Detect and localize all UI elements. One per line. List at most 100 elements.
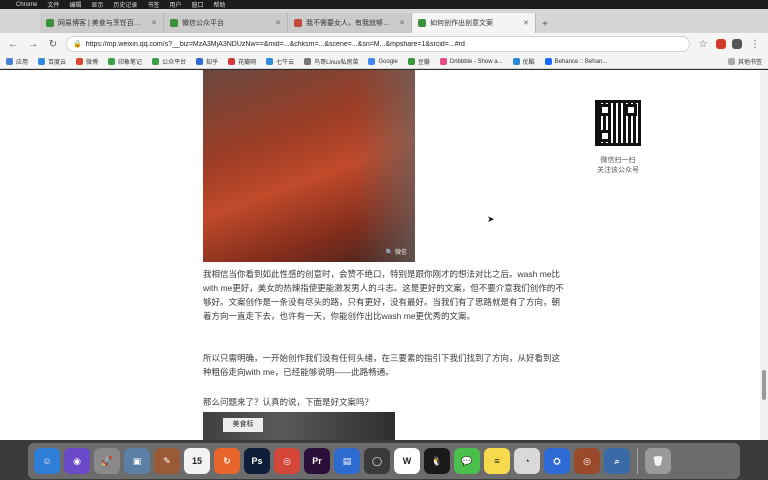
page-scrollbar[interactable] bbox=[760, 70, 768, 440]
wechat-icon[interactable]: 💬 bbox=[454, 448, 480, 474]
tab-1[interactable]: 网易博客 | 美食与烹饪百度推荐 ✕ bbox=[40, 13, 164, 33]
qr-corner bbox=[625, 104, 637, 116]
tab-close-icon[interactable]: ✕ bbox=[399, 19, 405, 27]
qr-corner bbox=[599, 130, 611, 142]
tab-close-icon[interactable]: ✕ bbox=[275, 19, 281, 27]
bookmark-item[interactable]: Google bbox=[368, 58, 398, 65]
bookmark-item[interactable]: Behance :: Behan... bbox=[544, 58, 607, 65]
article-page: 🔍 微信 微信扫一扫 关注该公众号 我相信当你看到如此性感的创意时，会赞不绝口，… bbox=[0, 70, 768, 440]
menu-item-history[interactable]: 历史记录 bbox=[113, 0, 137, 9]
scrollbar-thumb[interactable] bbox=[762, 370, 766, 400]
qr-corner bbox=[599, 104, 611, 116]
photoshop-icon[interactable]: Ps bbox=[244, 448, 270, 474]
tab-label: 网易博客 | 美食与烹饪百度推荐 bbox=[58, 20, 148, 27]
word-icon[interactable]: W bbox=[394, 448, 420, 474]
google-icon bbox=[368, 58, 376, 65]
keynote-icon[interactable]: ▤ bbox=[334, 448, 360, 474]
tab-favicon bbox=[46, 19, 54, 27]
lock-icon[interactable]: 🔒 bbox=[73, 40, 82, 48]
bookmark-item[interactable]: 优酷 bbox=[512, 57, 535, 66]
menu-item-window[interactable]: 窗口 bbox=[191, 0, 203, 9]
bookmarks-bar: 应用 百度云 微博 印象笔记 公众平台 知乎 花瓣网 七牛云 鸟哥Linux私房… bbox=[0, 55, 768, 69]
browser-toolbar: ← → ↻ 🔒 https://mp.weixin.qq.com/s?__biz… bbox=[0, 33, 768, 55]
star-icon[interactable]: ☆ bbox=[696, 37, 710, 51]
photo-watermark: 🔍 微信 bbox=[385, 250, 407, 256]
baidu-icon[interactable]: ⛭ bbox=[544, 448, 570, 474]
tab-favicon bbox=[418, 19, 426, 27]
bookmark-item[interactable]: 印象笔记 bbox=[108, 57, 142, 66]
extension-icon[interactable] bbox=[732, 39, 742, 49]
tab-favicon bbox=[170, 19, 178, 27]
premiere-icon[interactable]: Pr bbox=[304, 448, 330, 474]
siri-icon[interactable]: ◉ bbox=[64, 448, 90, 474]
tab-close-icon[interactable]: ✕ bbox=[151, 19, 157, 27]
bookmark-item[interactable]: 微博 bbox=[76, 57, 98, 66]
menu-item-help[interactable]: 帮助 bbox=[213, 0, 225, 9]
forward-button[interactable]: → bbox=[26, 37, 40, 51]
tab-label: 微信公众平台 bbox=[182, 20, 224, 27]
apps-icon bbox=[6, 58, 13, 65]
notes-icon[interactable]: ≡ bbox=[484, 448, 510, 474]
app-store-icon[interactable]: ◔ bbox=[514, 448, 540, 474]
extension-icon[interactable] bbox=[716, 39, 726, 49]
bookmark-icon bbox=[38, 58, 46, 65]
calendar-icon[interactable]: 15 bbox=[184, 448, 210, 474]
mouse-cursor-icon: ➤ bbox=[487, 214, 495, 224]
finder-icon[interactable]: ☺ bbox=[34, 448, 60, 474]
menu-item-bookmarks[interactable]: 书签 bbox=[147, 0, 159, 9]
address-bar[interactable]: 🔒 https://mp.weixin.qq.com/s?__biz=MzA3M… bbox=[66, 36, 690, 52]
chrome-icon[interactable]: ◎ bbox=[274, 448, 300, 474]
menu-item-view[interactable]: 显示 bbox=[91, 0, 103, 9]
tab-2[interactable]: 微信公众平台 ✕ bbox=[164, 13, 288, 33]
bookmark-item[interactable]: 豆瓣 bbox=[407, 57, 430, 66]
bookmark-icon bbox=[108, 58, 116, 65]
article-paragraph: 那么问题来了？认真的说，下面是好文案吗？ bbox=[203, 397, 374, 407]
dock-separator bbox=[637, 448, 638, 474]
article-paragraph: 我相信当你看到如此性感的创意时，会赞不绝口，特别是跟你刚才的想法对比之后。was… bbox=[203, 269, 564, 321]
menu-bar: Chrome 文件 编辑 显示 历史记录 书签 用户 窗口 帮助 bbox=[0, 0, 768, 9]
bookmark-item[interactable]: Dribbble - Show a... bbox=[439, 58, 503, 65]
back-button[interactable]: ← bbox=[6, 37, 20, 51]
tab-3[interactable]: 我不需要女人，有我就够的电影 ✕ bbox=[288, 13, 412, 33]
chrome-dev-icon[interactable]: ◎ bbox=[574, 448, 600, 474]
search-icon[interactable]: ⌕ bbox=[604, 448, 630, 474]
bookmark-icon bbox=[266, 58, 274, 65]
menu-item-chrome[interactable]: Chrome bbox=[16, 2, 37, 8]
launchpad-icon[interactable]: 🚀 bbox=[94, 448, 120, 474]
article-paragraph: 所以只需明确，一开始创作我们没有任何头绪，在三要素的指引下我们找到了方向，从好看… bbox=[203, 353, 561, 377]
sync-icon[interactable]: ↻ bbox=[214, 448, 240, 474]
chrome-menu-icon[interactable]: ⋮ bbox=[748, 37, 762, 51]
article-photo: 🔍 微信 bbox=[203, 70, 415, 262]
menu-item-file[interactable]: 文件 bbox=[47, 0, 59, 9]
preview-icon[interactable]: ▣ bbox=[124, 448, 150, 474]
menu-item-people[interactable]: 用户 bbox=[169, 0, 181, 9]
bookmark-item[interactable]: 七牛云 bbox=[266, 57, 294, 66]
trash-icon[interactable]: 🗑 bbox=[645, 448, 671, 474]
obs-icon[interactable]: ◯ bbox=[364, 448, 390, 474]
bookmark-item[interactable]: 公众平台 bbox=[152, 57, 186, 66]
tab-active[interactable]: 如何创作出创意文案 ✕ bbox=[412, 13, 536, 33]
bookmark-item[interactable]: 花瓣网 bbox=[228, 57, 256, 66]
bookmark-icon bbox=[152, 58, 160, 65]
qq-icon[interactable]: 🐧 bbox=[424, 448, 450, 474]
menu-item-edit[interactable]: 编辑 bbox=[69, 0, 81, 9]
pen-icon[interactable]: ✎ bbox=[154, 448, 180, 474]
bookmark-item[interactable]: 百度云 bbox=[38, 57, 66, 66]
tab-strip: 网易博客 | 美食与烹饪百度推荐 ✕ 微信公众平台 ✕ 我不需要女人，有我就够的… bbox=[0, 9, 768, 33]
bookmark-item[interactable]: 鸟哥Linux私房菜 bbox=[304, 57, 358, 66]
new-tab-button[interactable]: + bbox=[536, 15, 554, 33]
url-text[interactable]: https://mp.weixin.qq.com/s?__biz=MzA3MjA… bbox=[86, 41, 465, 48]
bookmark-apps[interactable]: 应用 bbox=[6, 57, 28, 66]
bookmark-other[interactable]: 其他书签 bbox=[727, 57, 762, 66]
bookmark-icon bbox=[228, 58, 236, 65]
bookmark-item[interactable]: 知乎 bbox=[196, 57, 218, 66]
bookmark-icon bbox=[196, 58, 204, 65]
photo-shade bbox=[355, 70, 415, 262]
behance-icon bbox=[544, 58, 552, 65]
tab-close-icon[interactable]: ✕ bbox=[523, 19, 529, 27]
folder-icon bbox=[727, 58, 735, 65]
bookmark-icon bbox=[304, 58, 312, 65]
reload-button[interactable]: ↻ bbox=[46, 37, 60, 51]
qr-caption-line1: 微信扫一扫 bbox=[600, 157, 636, 164]
article-photo-2: 美食标 bbox=[203, 412, 395, 440]
